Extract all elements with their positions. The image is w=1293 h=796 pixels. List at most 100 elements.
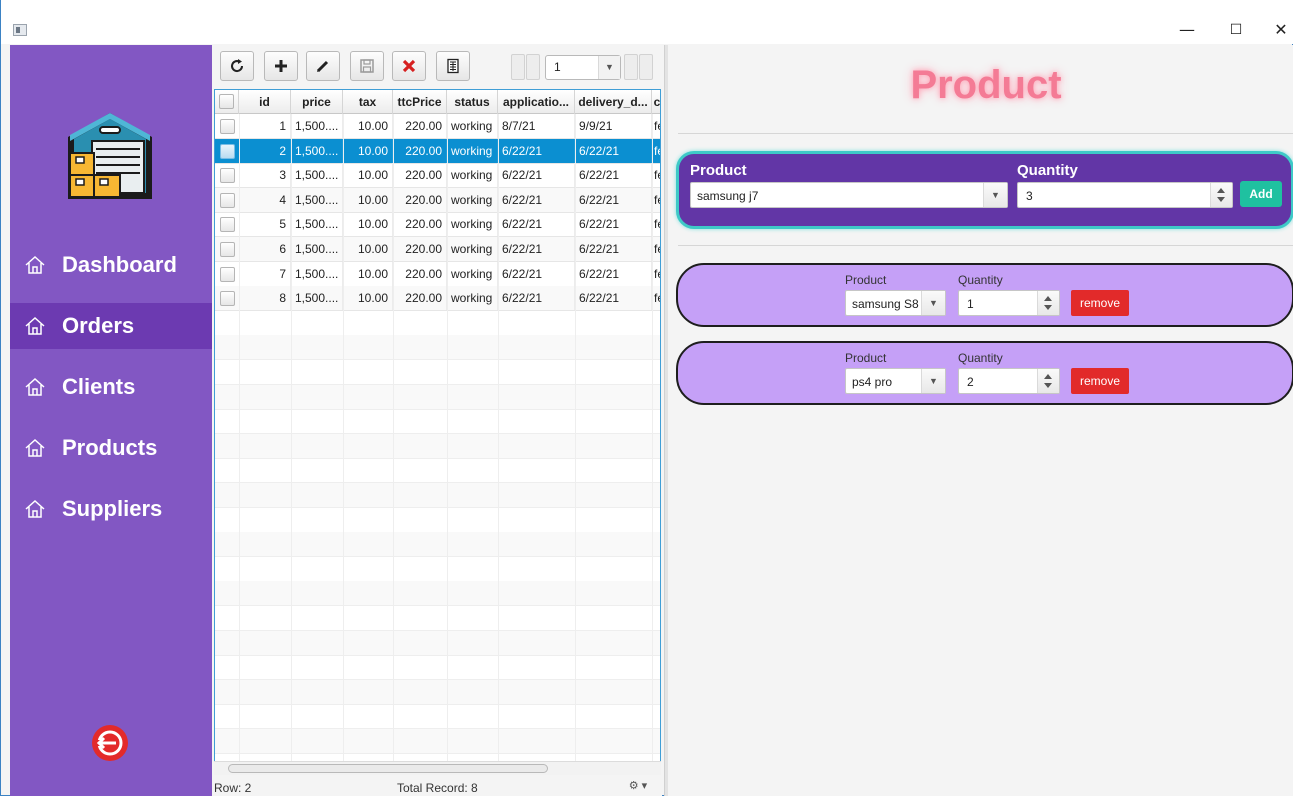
remove-line-button[interactable]: remove xyxy=(1071,290,1129,316)
decrement-icon[interactable] xyxy=(1044,383,1052,388)
delete-record-button[interactable] xyxy=(392,51,426,81)
minimize-button[interactable]: — xyxy=(1177,20,1197,40)
add-product-card: Product Quantity samsung j7 ▼ 3 Add xyxy=(676,151,1293,229)
table-row[interactable]: 4 1,500.... 10.00 220.00 working 6/22/21 6/22/… xyxy=(215,187,660,213)
table-row[interactable]: 3 1,500.... 10.00 220.00 working 6/22/21 6/22/… xyxy=(215,163,660,189)
table-row[interactable]: 6 1,500.... 10.00 220.00 working 6/22/21 6/22/… xyxy=(215,237,660,262)
table-row[interactable]: 5 1,500.... 10.00 220.00 working 6/22/21 6/22/… xyxy=(215,212,660,238)
column-header-id[interactable]: id xyxy=(239,90,291,114)
cell-tax: 10.00 xyxy=(343,114,393,138)
export-button[interactable] xyxy=(436,51,470,81)
select-all-header[interactable] xyxy=(215,90,239,114)
sidebar-item-suppliers[interactable]: Suppliers xyxy=(10,486,212,532)
increment-icon[interactable] xyxy=(1044,374,1052,379)
product-panel: Product Product Quantity samsung j7 ▼ 3 … xyxy=(668,45,1293,796)
cell-application-date: 6/22/21 xyxy=(498,163,575,188)
row-checkbox[interactable] xyxy=(220,291,235,307)
cell-delivery-date: 6/22/21 xyxy=(575,187,652,212)
column-header-application-date[interactable]: applicatio... xyxy=(498,90,575,114)
horizontal-scrollbar[interactable] xyxy=(214,761,661,775)
cell-price: 1,500.... xyxy=(291,114,343,138)
table-row[interactable]: 1 1,500.... 10.00 220.00 working 8/7/21 9/9/21… xyxy=(215,114,660,139)
app-window: — ☐ ✕ Dashboard Orders Clients Products … xyxy=(0,0,1293,796)
row-checkbox[interactable] xyxy=(220,217,235,233)
row-checkbox[interactable] xyxy=(220,266,235,282)
table-row[interactable]: 2 1,500.... 10.00 220.00 working 6/22/21 6/22/… xyxy=(215,138,660,164)
next-page-button[interactable] xyxy=(624,54,638,80)
cell-tax: 10.00 xyxy=(343,237,393,261)
sidebar-item-dashboard[interactable]: Dashboard xyxy=(10,242,212,288)
row-checkbox[interactable] xyxy=(220,168,235,184)
table-row[interactable]: 7 1,500.... 10.00 220.00 working 6/22/21 6/22/… xyxy=(215,261,660,287)
maximize-button[interactable]: ☐ xyxy=(1226,20,1246,40)
edit-record-button[interactable] xyxy=(306,51,340,81)
logout-icon[interactable] xyxy=(90,723,130,763)
close-button[interactable]: ✕ xyxy=(1271,20,1291,40)
sidebar-item-clients[interactable]: Clients xyxy=(10,364,212,410)
column-header-c[interactable]: c xyxy=(652,90,660,114)
increment-icon[interactable] xyxy=(1217,188,1225,193)
table-toolbar: 1 ▼ xyxy=(212,45,662,89)
cell-ttcprice: 220.00 xyxy=(393,212,447,237)
orders-table: id price tax ttcPrice status applicatio.… xyxy=(214,89,661,775)
refresh-button[interactable] xyxy=(220,51,254,81)
empty-table-row xyxy=(215,630,660,656)
stepper-arrows[interactable] xyxy=(1210,183,1232,207)
row-checkbox[interactable] xyxy=(220,192,235,208)
empty-table-row xyxy=(215,360,660,385)
table-settings-button[interactable]: ⚙ ▾ xyxy=(616,779,660,796)
table-row[interactable]: 8 1,500.... 10.00 220.00 working 6/22/21 6/22/… xyxy=(215,286,660,312)
line-product-select[interactable]: ps4 pro ▼ xyxy=(845,368,946,394)
decrement-icon[interactable] xyxy=(1217,197,1225,202)
empty-table-row xyxy=(215,532,660,558)
page-select[interactable]: 1 ▼ xyxy=(545,55,621,80)
row-checkbox[interactable] xyxy=(220,119,235,134)
column-header-delivery-date[interactable]: delivery_d... xyxy=(575,90,652,114)
line-product-select[interactable]: samsung S8 ▼ xyxy=(845,290,946,316)
chevron-down-icon: ▼ xyxy=(921,369,945,393)
cell-id: 1 xyxy=(239,114,291,138)
stepper-arrows[interactable] xyxy=(1037,369,1059,393)
sidebar-item-label: Products xyxy=(62,435,158,460)
add-product-button[interactable]: Add xyxy=(1240,181,1282,207)
column-header-ttcprice[interactable]: ttcPrice xyxy=(393,90,447,114)
cell-price: 1,500.... xyxy=(291,187,343,212)
line-quantity-stepper[interactable]: 2 xyxy=(958,368,1060,394)
empty-table-row xyxy=(215,704,660,730)
column-header-status[interactable]: status xyxy=(447,90,498,114)
empty-table-row xyxy=(215,311,660,336)
column-header-price[interactable]: price xyxy=(291,90,343,114)
column-header-tax[interactable]: tax xyxy=(343,90,393,114)
first-page-button[interactable] xyxy=(511,54,525,80)
product-select[interactable]: samsung j7 ▼ xyxy=(690,182,1008,208)
sidebar-item-label: Clients xyxy=(62,374,136,399)
save-record-button[interactable] xyxy=(350,51,384,81)
cell-c: fe xyxy=(652,286,660,310)
previous-page-button[interactable] xyxy=(526,54,540,80)
quantity-stepper[interactable]: 3 xyxy=(1017,182,1233,208)
cell-delivery-date: 6/22/21 xyxy=(575,237,652,261)
remove-line-button[interactable]: remove xyxy=(1071,368,1129,394)
last-page-button[interactable] xyxy=(639,54,653,80)
cell-application-date: 6/22/21 xyxy=(498,138,575,163)
column-divider xyxy=(291,114,292,774)
stepper-arrows[interactable] xyxy=(1037,291,1059,315)
empty-table-row xyxy=(215,433,660,459)
sidebar-item-orders[interactable]: Orders xyxy=(10,303,212,349)
row-checkbox[interactable] xyxy=(220,242,235,257)
row-checkbox[interactable] xyxy=(220,143,235,159)
chevron-down-icon: ▼ xyxy=(598,56,620,79)
cell-c: fe xyxy=(652,212,660,236)
cell-tax: 10.00 xyxy=(343,286,393,311)
decrement-icon[interactable] xyxy=(1044,305,1052,310)
add-record-button[interactable] xyxy=(264,51,298,81)
scrollbar-thumb[interactable] xyxy=(228,764,548,773)
select-all-checkbox[interactable] xyxy=(219,94,234,109)
table-status-bar: Row: 2 Total Record: 8 ⚙ ▾ xyxy=(212,779,662,796)
column-divider xyxy=(498,114,499,774)
cell-ttcprice: 220.00 xyxy=(393,237,447,261)
line-quantity-stepper[interactable]: 1 xyxy=(958,290,1060,316)
increment-icon[interactable] xyxy=(1044,296,1052,301)
column-divider xyxy=(239,114,240,774)
sidebar-item-products[interactable]: Products xyxy=(10,425,212,471)
